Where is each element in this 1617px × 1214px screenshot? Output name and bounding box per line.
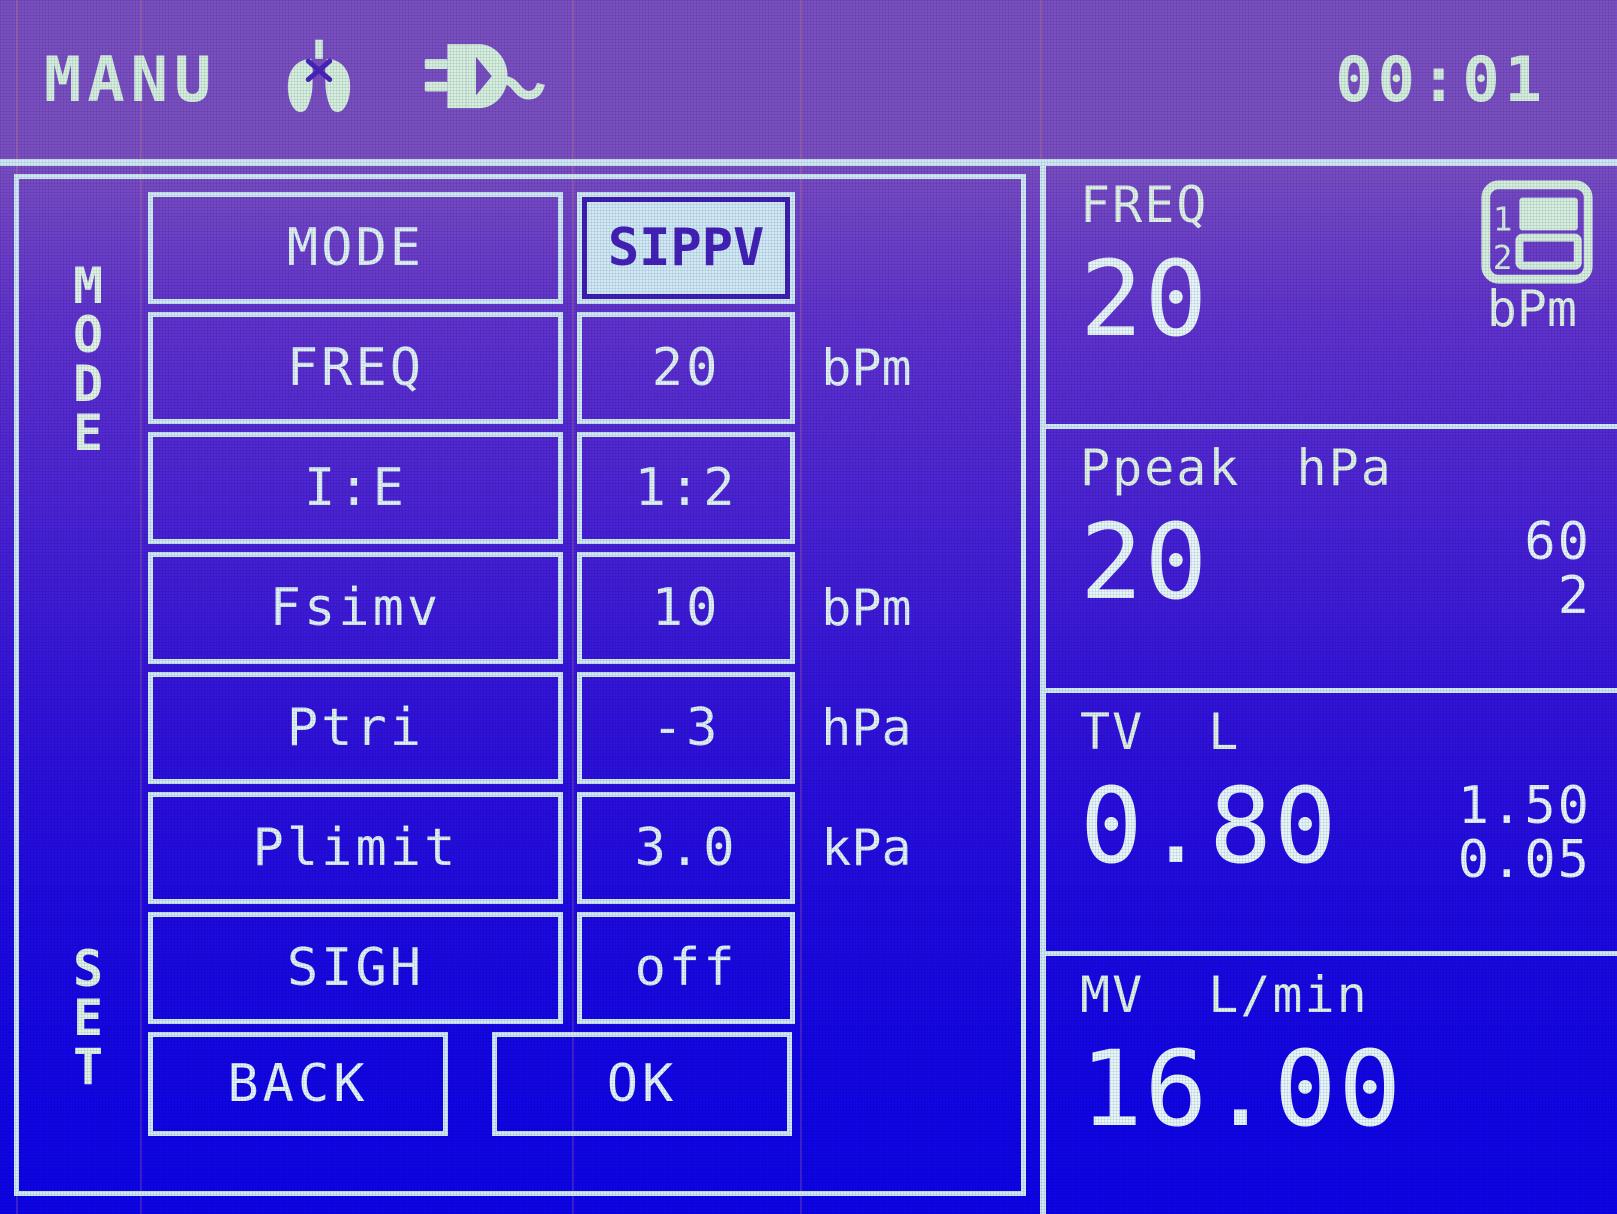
measure-body: 16.00: [1080, 1036, 1591, 1142]
measure-value-mv: 16.00: [1080, 1027, 1404, 1150]
rail-label-mode: M O D E: [72, 257, 104, 462]
setting-value-sigh[interactable]: off: [576, 912, 796, 1024]
ok-button[interactable]: OK: [492, 1032, 792, 1136]
measure-block-freq: FREQ 20 bPm 1 2: [1046, 166, 1617, 430]
setting-label: I:E: [148, 432, 563, 544]
rail-letter: E: [72, 404, 104, 462]
rail-label-set: S E T: [72, 940, 104, 1096]
measure-body: 20 60 2: [1080, 509, 1591, 623]
rail-letter: D: [72, 355, 104, 413]
measure-block-tv: TV L 0.80 1.50 0.05: [1046, 693, 1617, 956]
action-button-row: BACK OK: [148, 1032, 1008, 1136]
setting-unit: bPm: [821, 339, 912, 397]
setting-value-plimit[interactable]: 3.0: [576, 792, 796, 904]
measure-unit: L/min: [1208, 965, 1369, 1024]
measure-value-tv: 0.80: [1080, 764, 1339, 887]
setting-row-ptri: Ptri -3 hPa: [148, 672, 1008, 784]
measure-value-freq: 20: [1080, 238, 1210, 360]
setting-value-ie[interactable]: 1:2: [576, 432, 796, 544]
setting-row-sigh: SIGH off: [148, 912, 1008, 1024]
measure-block-mv: MV L/min 16.00: [1046, 956, 1617, 1214]
setting-row-fsimv: Fsimv 10 bPm: [148, 552, 1008, 664]
measure-unit: hPa: [1296, 439, 1393, 498]
page-select-icon[interactable]: 1 2: [1481, 180, 1593, 288]
setting-label: SIGH: [148, 912, 563, 1024]
alarm-limit-high: 60: [1524, 512, 1591, 573]
back-button[interactable]: BACK: [148, 1032, 448, 1136]
setting-label: Plimit: [148, 792, 563, 904]
measure-value-ppeak: 20: [1080, 501, 1210, 624]
alarm-limits: 60 2: [1524, 509, 1591, 623]
alarm-limit-high: 1.50: [1457, 775, 1591, 836]
setting-label: FREQ: [148, 312, 563, 424]
setting-value-ptri[interactable]: -3: [576, 672, 796, 784]
setting-unit: [821, 192, 1008, 304]
setting-label: MODE: [148, 192, 563, 304]
setting-label: Ptri: [148, 672, 563, 784]
measure-head: TV L: [1080, 703, 1591, 769]
measure-title: FREQ: [1080, 176, 1209, 234]
measure-body: 0.80 1.50 0.05: [1080, 764, 1591, 890]
rail-letter: O: [72, 306, 104, 364]
setting-row-freq: FREQ 20 bPm: [148, 312, 1008, 424]
rail-letter: M: [72, 257, 104, 315]
setting-unit: [821, 432, 1008, 544]
setting-unit: kPa: [821, 819, 912, 877]
ventilator-screen: MANU 00:01 M O D E S E T MODE SIPPV FREQ…: [0, 0, 1617, 1214]
setting-unit: [821, 912, 1008, 1024]
main-body: M O D E S E T MODE SIPPV FREQ 20 bPm I:E…: [0, 166, 1617, 1214]
rail-letter: S: [72, 940, 104, 998]
setting-value-mode[interactable]: SIPPV: [576, 192, 796, 304]
lungs-icon: [273, 32, 365, 128]
measure-block-ppeak: Ppeak hPa 20 60 2: [1046, 429, 1617, 693]
rail-letter: E: [72, 989, 104, 1047]
svg-text:1: 1: [1493, 200, 1513, 238]
measure-title: MV: [1080, 965, 1145, 1024]
alarm-limits: 1.50 0.05: [1457, 773, 1591, 890]
status-bar: MANU 00:01: [0, 0, 1617, 166]
measure-title: Ppeak: [1080, 439, 1241, 498]
mode-set-rail: M O D E S E T: [48, 196, 128, 1156]
setting-row-plimit: Plimit 3.0 kPa: [148, 792, 1008, 904]
setting-value-fsimv[interactable]: 10: [576, 552, 796, 664]
measure-unit: L: [1208, 702, 1241, 761]
settings-rows: MODE SIPPV FREQ 20 bPm I:E 1:2 Fsimv 10 …: [148, 192, 1008, 1136]
ventilation-mode-label: MANU: [44, 42, 218, 116]
settings-panel: M O D E S E T MODE SIPPV FREQ 20 bPm I:E…: [0, 166, 1040, 1214]
setting-row-ie: I:E 1:2: [148, 432, 1008, 544]
power-plug-icon: [421, 32, 549, 128]
alarm-limit-low: 0.05: [1457, 829, 1591, 890]
svg-text:2: 2: [1493, 239, 1513, 277]
measure-title: TV: [1080, 702, 1145, 761]
measurement-panel: FREQ 20 bPm 1 2 Ppeak hPa 20 60 2 TV L 0…: [1040, 166, 1617, 1214]
measure-head: MV L/min: [1080, 966, 1591, 1032]
measure-inline-unit: bPm: [1486, 280, 1577, 339]
clock-display: 00:01: [1335, 43, 1547, 116]
setting-row-mode: MODE SIPPV: [148, 192, 1008, 304]
setting-unit: hPa: [821, 699, 912, 757]
setting-unit: bPm: [821, 579, 912, 637]
measure-head: Ppeak hPa: [1080, 439, 1591, 505]
alarm-limit-low: 2: [1557, 566, 1591, 627]
rail-letter: T: [72, 1038, 104, 1096]
setting-value-freq[interactable]: 20: [576, 312, 796, 424]
setting-label: Fsimv: [148, 552, 563, 664]
